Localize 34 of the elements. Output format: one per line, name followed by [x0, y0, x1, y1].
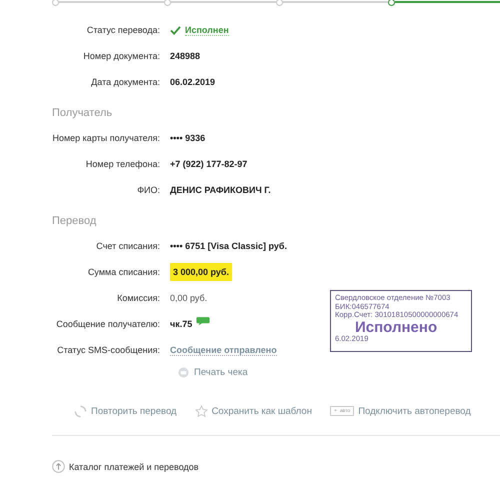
field-label: ФИО: [136, 185, 161, 195]
speech-bubble-icon [196, 316, 210, 326]
field-value: •••• 6751 [Visa Classic] руб. [170, 241, 287, 251]
field-label: Комиссия: [116, 293, 161, 303]
section-title: Перевод [52, 215, 98, 229]
field-value: 06.02.2019 [170, 77, 216, 87]
field-label: Статус перевода: [86, 25, 161, 35]
field-value: ДЕНИС РАФИКОВИЧ Г. [170, 185, 271, 195]
field-label: Сообщение получателю: [55, 319, 161, 329]
action-link[interactable]: Повторить перевод [74, 401, 177, 421]
message-value: чк.75 [170, 319, 192, 329]
field-label: Номер телефона: [84, 159, 161, 169]
field-label: Счет списания: [95, 241, 161, 251]
arrow-up-icon [52, 460, 65, 473]
stamp-title: Исполнено [355, 320, 438, 335]
field-label: Номер карты получателя: [51, 133, 161, 143]
amount-value: 3 000,00 руб. [170, 263, 232, 281]
action-link[interactable]: Сохранить как шаблон [194, 401, 312, 421]
refresh-icon [74, 404, 87, 418]
field-label: Статус SMS-сообщения: [56, 345, 161, 355]
field-label: Сумма списания: [86, 267, 161, 277]
field-label: Номер документа: [82, 51, 161, 61]
field-value: 0,00 руб. [170, 293, 208, 303]
star-icon [194, 404, 208, 418]
sms-status-link[interactable]: Сообщение отправлено [170, 344, 277, 356]
field-label: Дата документа: [90, 77, 161, 87]
catalog-link[interactable]: Каталог платежей и переводов [52, 460, 199, 473]
field-value: •••• 9336 [170, 133, 206, 143]
status-value: Исполнен [185, 24, 229, 36]
field-value: 248988 [170, 51, 200, 61]
field-value: +7 (922) 177-82-97 [170, 159, 248, 169]
print-receipt-link[interactable]: Печать чека [178, 367, 248, 378]
check-icon [170, 26, 181, 34]
section-title: Получатель [52, 107, 114, 121]
